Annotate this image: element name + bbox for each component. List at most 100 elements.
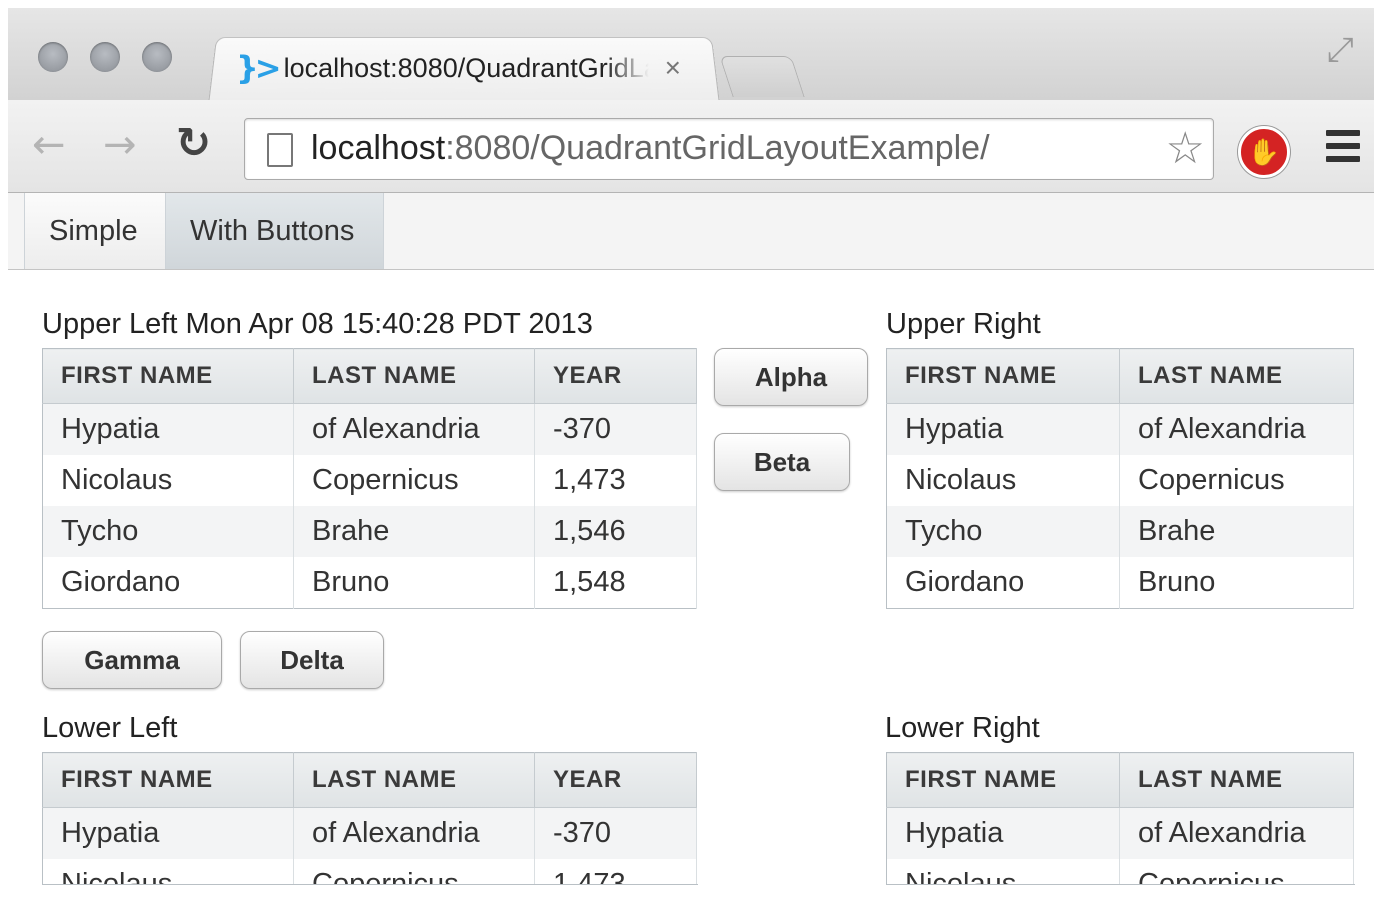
zoom-window-button[interactable] <box>142 42 172 72</box>
adblock-extension-icon[interactable]: ✋ <box>1238 126 1290 178</box>
cell: of Alexandria <box>1119 403 1354 455</box>
table-row[interactable]: Giordano Bruno 1,548 <box>42 557 697 609</box>
header-row: FIRST NAME LAST NAME YEAR <box>42 752 697 808</box>
upper-left-caption: Upper Left Mon Apr 08 15:40:28 PDT 2013 <box>42 308 593 340</box>
cell: Copernicus <box>1119 455 1354 506</box>
header-row: FIRST NAME LAST NAME <box>886 752 1354 808</box>
column-header-first-name[interactable]: FIRST NAME <box>42 348 294 404</box>
cell: 1,548 <box>534 557 697 609</box>
lower-left-caption: Lower Left <box>42 712 178 744</box>
header-row: FIRST NAME LAST NAME <box>886 348 1354 404</box>
fullscreen-icon[interactable]: ⤢ <box>1327 30 1354 70</box>
page-content: Upper Left Mon Apr 08 15:40:28 PDT 2013 … <box>8 270 1374 901</box>
close-tab-icon[interactable]: × <box>665 52 681 84</box>
table-row[interactable]: Nicolaus Copernicus <box>886 455 1354 506</box>
reload-icon[interactable]: ↻ <box>176 118 211 167</box>
table-row[interactable]: Nicolaus Copernicus 1,473 <box>42 455 697 506</box>
new-tab-button[interactable] <box>719 56 805 97</box>
lower-left-scroll[interactable]: FIRST NAME LAST NAME YEAR Hypatia of Ale… <box>42 752 698 885</box>
cell: Giordano <box>42 557 294 609</box>
header-row: FIRST NAME LAST NAME YEAR <box>42 348 697 404</box>
cell: Brahe <box>1119 506 1354 557</box>
lower-left-grid: FIRST NAME LAST NAME YEAR Hypatia of Ale… <box>42 752 697 884</box>
tab-simple-label: Simple <box>49 214 138 247</box>
url-text[interactable]: localhost:8080/QuadrantGridLayoutExample… <box>311 129 990 168</box>
cell: of Alexandria <box>1119 807 1354 859</box>
close-window-button[interactable] <box>38 42 68 72</box>
upper-right-caption: Upper Right <box>886 308 1041 340</box>
cell: Hypatia <box>886 403 1120 455</box>
bookmark-star-icon[interactable]: ☆ <box>1166 123 1205 174</box>
browser-window: }> localhost:8080/QuadrantGridLayoutExam… <box>8 8 1374 901</box>
url-host: localhost <box>311 129 446 167</box>
table-row[interactable]: Nicolaus Copernicus <box>886 859 1354 884</box>
back-arrow-icon[interactable]: ← <box>32 122 66 168</box>
column-header-year[interactable]: YEAR <box>534 752 697 808</box>
beta-button[interactable]: Beta <box>714 433 850 491</box>
page-icon <box>267 133 293 167</box>
cell: Bruno <box>293 557 535 609</box>
cell: Nicolaus <box>886 859 1120 884</box>
favicon-icon: }> <box>236 49 282 87</box>
column-header-first-name[interactable]: FIRST NAME <box>886 348 1120 404</box>
column-header-first-name[interactable]: FIRST NAME <box>42 752 294 808</box>
cell: Tycho <box>42 506 294 557</box>
column-header-first-name[interactable]: FIRST NAME <box>886 752 1120 808</box>
column-header-last-name[interactable]: LAST NAME <box>1119 752 1354 808</box>
table-row[interactable]: Giordano Bruno <box>886 557 1354 609</box>
cell: Hypatia <box>42 403 294 455</box>
cell: Hypatia <box>42 807 294 859</box>
cell: of Alexandria <box>293 403 535 455</box>
cell: of Alexandria <box>293 807 535 859</box>
hamburger-menu-icon[interactable] <box>1326 130 1360 169</box>
cell: Tycho <box>886 506 1120 557</box>
lower-right-scroll[interactable]: FIRST NAME LAST NAME Hypatia of Alexandr… <box>886 752 1355 885</box>
cell: Nicolaus <box>886 455 1120 506</box>
upper-left-grid: FIRST NAME LAST NAME YEAR Hypatia of Ale… <box>42 348 697 609</box>
table-row[interactable]: Tycho Brahe 1,546 <box>42 506 697 557</box>
table-row[interactable]: Hypatia of Alexandria -370 <box>42 807 697 859</box>
column-header-last-name[interactable]: LAST NAME <box>293 752 535 808</box>
cell: Copernicus <box>293 455 535 506</box>
cell: Giordano <box>886 557 1120 609</box>
column-header-last-name[interactable]: LAST NAME <box>293 348 535 404</box>
table-row[interactable]: Hypatia of Alexandria <box>886 807 1354 859</box>
tab-with-buttons[interactable]: With Buttons <box>166 193 384 269</box>
cell: Nicolaus <box>42 455 294 506</box>
column-header-year[interactable]: YEAR <box>534 348 697 404</box>
cell: Hypatia <box>886 807 1120 859</box>
cell: -370 <box>534 403 697 455</box>
app-tab-bar: Simple With Buttons <box>8 193 1374 270</box>
cell: Brahe <box>293 506 535 557</box>
cell: 1,473 <box>534 455 697 506</box>
browser-tab-title: localhost:8080/QuadrantGridLayoutExample… <box>283 52 649 83</box>
cell: Copernicus <box>1119 859 1354 884</box>
tab-with-buttons-label: With Buttons <box>190 214 355 247</box>
gamma-button[interactable]: Gamma <box>42 631 222 689</box>
alpha-button[interactable]: Alpha <box>714 348 868 406</box>
table-row[interactable]: Hypatia of Alexandria -370 <box>42 403 697 455</box>
browser-tab-content: }> localhost:8080/QuadrantGridLayoutExam… <box>236 48 681 88</box>
column-header-last-name[interactable]: LAST NAME <box>1119 348 1354 404</box>
cell: Nicolaus <box>42 859 294 884</box>
url-path: :8080/QuadrantGridLayoutExample/ <box>445 129 990 167</box>
lower-right-grid: FIRST NAME LAST NAME Hypatia of Alexandr… <box>886 752 1354 884</box>
tab-simple[interactable]: Simple <box>24 193 166 269</box>
lower-right-caption: Lower Right <box>885 712 1040 744</box>
cell: Bruno <box>1119 557 1354 609</box>
table-row[interactable]: Nicolaus Copernicus 1,473 <box>42 859 697 884</box>
table-row[interactable]: Tycho Brahe <box>886 506 1354 557</box>
cell: 1,473 <box>534 859 697 884</box>
window-controls <box>38 42 172 72</box>
title-bar: }> localhost:8080/QuadrantGridLayoutExam… <box>8 8 1374 105</box>
delta-button[interactable]: Delta <box>240 631 384 689</box>
table-row[interactable]: Hypatia of Alexandria <box>886 403 1354 455</box>
minimize-window-button[interactable] <box>90 42 120 72</box>
cell: Copernicus <box>293 859 535 884</box>
forward-arrow-icon[interactable]: → <box>103 122 137 168</box>
address-bar[interactable]: localhost:8080/QuadrantGridLayoutExample… <box>244 118 1214 180</box>
cell: -370 <box>534 807 697 859</box>
cell: 1,546 <box>534 506 697 557</box>
upper-right-grid: FIRST NAME LAST NAME Hypatia of Alexandr… <box>886 348 1354 609</box>
browser-toolbar: ← → ↻ localhost:8080/QuadrantGridLayoutE… <box>8 100 1374 193</box>
